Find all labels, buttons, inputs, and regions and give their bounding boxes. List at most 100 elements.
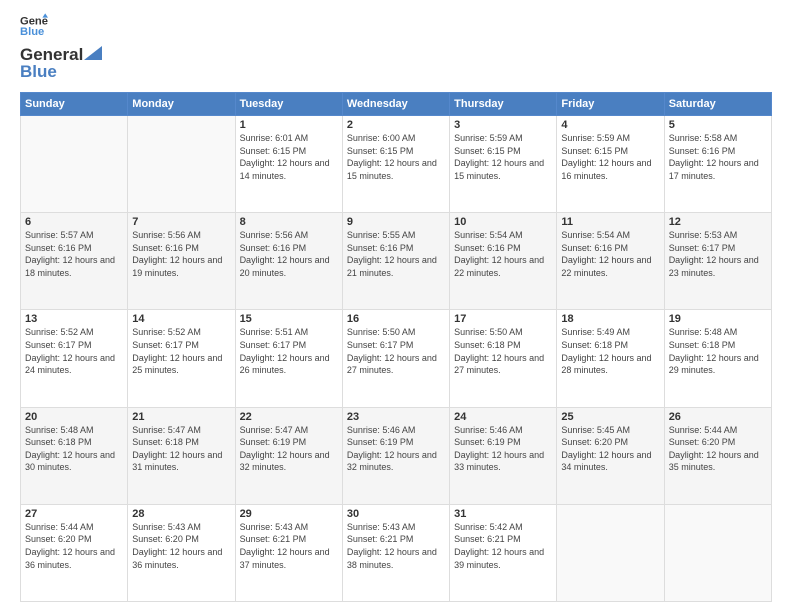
day-info: Sunrise: 5:57 AMSunset: 6:16 PMDaylight:… [25, 229, 123, 279]
svg-text:Blue: Blue [20, 26, 44, 38]
calendar-cell: 25Sunrise: 5:45 AMSunset: 6:20 PMDayligh… [557, 407, 664, 504]
day-info: Sunrise: 5:42 AMSunset: 6:21 PMDaylight:… [454, 521, 552, 571]
day-info: Sunrise: 5:55 AMSunset: 6:16 PMDaylight:… [347, 229, 445, 279]
col-header-sunday: Sunday [21, 93, 128, 116]
day-number: 6 [25, 216, 123, 228]
col-header-thursday: Thursday [450, 93, 557, 116]
calendar-cell: 16Sunrise: 5:50 AMSunset: 6:17 PMDayligh… [342, 310, 449, 407]
day-info: Sunrise: 5:43 AMSunset: 6:21 PMDaylight:… [347, 521, 445, 571]
day-info: Sunrise: 5:46 AMSunset: 6:19 PMDaylight:… [454, 424, 552, 474]
calendar-cell: 29Sunrise: 5:43 AMSunset: 6:21 PMDayligh… [235, 504, 342, 601]
day-number: 18 [561, 313, 659, 325]
day-number: 23 [347, 411, 445, 423]
calendar-cell: 30Sunrise: 5:43 AMSunset: 6:21 PMDayligh… [342, 504, 449, 601]
header: General Blue General Blue [20, 16, 772, 82]
col-header-tuesday: Tuesday [235, 93, 342, 116]
calendar-cell: 4Sunrise: 5:59 AMSunset: 6:15 PMDaylight… [557, 116, 664, 213]
day-number: 29 [240, 508, 338, 520]
day-info: Sunrise: 5:56 AMSunset: 6:16 PMDaylight:… [240, 229, 338, 279]
day-info: Sunrise: 5:43 AMSunset: 6:21 PMDaylight:… [240, 521, 338, 571]
day-number: 1 [240, 119, 338, 131]
day-info: Sunrise: 5:51 AMSunset: 6:17 PMDaylight:… [240, 326, 338, 376]
day-info: Sunrise: 5:47 AMSunset: 6:19 PMDaylight:… [240, 424, 338, 474]
day-number: 12 [669, 216, 767, 228]
logo: General Blue General Blue [20, 16, 102, 82]
col-header-saturday: Saturday [664, 93, 771, 116]
calendar-week-row: 27Sunrise: 5:44 AMSunset: 6:20 PMDayligh… [21, 504, 772, 601]
calendar-cell: 1Sunrise: 6:01 AMSunset: 6:15 PMDaylight… [235, 116, 342, 213]
col-header-friday: Friday [557, 93, 664, 116]
day-info: Sunrise: 5:53 AMSunset: 6:17 PMDaylight:… [669, 229, 767, 279]
calendar-cell: 14Sunrise: 5:52 AMSunset: 6:17 PMDayligh… [128, 310, 235, 407]
calendar-cell: 23Sunrise: 5:46 AMSunset: 6:19 PMDayligh… [342, 407, 449, 504]
day-number: 31 [454, 508, 552, 520]
calendar-cell: 26Sunrise: 5:44 AMSunset: 6:20 PMDayligh… [664, 407, 771, 504]
calendar-cell: 9Sunrise: 5:55 AMSunset: 6:16 PMDaylight… [342, 213, 449, 310]
day-number: 3 [454, 119, 552, 131]
calendar-cell: 6Sunrise: 5:57 AMSunset: 6:16 PMDaylight… [21, 213, 128, 310]
calendar-cell: 28Sunrise: 5:43 AMSunset: 6:20 PMDayligh… [128, 504, 235, 601]
col-header-wednesday: Wednesday [342, 93, 449, 116]
calendar-cell [664, 504, 771, 601]
day-number: 20 [25, 411, 123, 423]
calendar-cell: 12Sunrise: 5:53 AMSunset: 6:17 PMDayligh… [664, 213, 771, 310]
calendar-cell: 7Sunrise: 5:56 AMSunset: 6:16 PMDaylight… [128, 213, 235, 310]
calendar-cell: 10Sunrise: 5:54 AMSunset: 6:16 PMDayligh… [450, 213, 557, 310]
calendar-week-row: 6Sunrise: 5:57 AMSunset: 6:16 PMDaylight… [21, 213, 772, 310]
day-info: Sunrise: 5:59 AMSunset: 6:15 PMDaylight:… [561, 132, 659, 182]
calendar-cell: 27Sunrise: 5:44 AMSunset: 6:20 PMDayligh… [21, 504, 128, 601]
day-info: Sunrise: 5:46 AMSunset: 6:19 PMDaylight:… [347, 424, 445, 474]
day-info: Sunrise: 5:58 AMSunset: 6:16 PMDaylight:… [669, 132, 767, 182]
calendar-cell: 21Sunrise: 5:47 AMSunset: 6:18 PMDayligh… [128, 407, 235, 504]
day-number: 10 [454, 216, 552, 228]
day-number: 26 [669, 411, 767, 423]
day-info: Sunrise: 5:54 AMSunset: 6:16 PMDaylight:… [561, 229, 659, 279]
day-number: 30 [347, 508, 445, 520]
calendar-cell: 17Sunrise: 5:50 AMSunset: 6:18 PMDayligh… [450, 310, 557, 407]
day-number: 24 [454, 411, 552, 423]
calendar-cell: 20Sunrise: 5:48 AMSunset: 6:18 PMDayligh… [21, 407, 128, 504]
calendar-cell: 5Sunrise: 5:58 AMSunset: 6:16 PMDaylight… [664, 116, 771, 213]
day-info: Sunrise: 5:56 AMSunset: 6:16 PMDaylight:… [132, 229, 230, 279]
day-number: 2 [347, 119, 445, 131]
day-info: Sunrise: 6:00 AMSunset: 6:15 PMDaylight:… [347, 132, 445, 182]
calendar-cell [557, 504, 664, 601]
day-info: Sunrise: 5:43 AMSunset: 6:20 PMDaylight:… [132, 521, 230, 571]
day-number: 27 [25, 508, 123, 520]
calendar-week-row: 20Sunrise: 5:48 AMSunset: 6:18 PMDayligh… [21, 407, 772, 504]
day-info: Sunrise: 5:50 AMSunset: 6:17 PMDaylight:… [347, 326, 445, 376]
logo-blue: Blue [20, 62, 102, 82]
calendar-cell: 15Sunrise: 5:51 AMSunset: 6:17 PMDayligh… [235, 310, 342, 407]
day-number: 9 [347, 216, 445, 228]
day-info: Sunrise: 5:54 AMSunset: 6:16 PMDaylight:… [454, 229, 552, 279]
calendar-cell: 3Sunrise: 5:59 AMSunset: 6:15 PMDaylight… [450, 116, 557, 213]
day-number: 25 [561, 411, 659, 423]
calendar-cell: 2Sunrise: 6:00 AMSunset: 6:15 PMDaylight… [342, 116, 449, 213]
day-info: Sunrise: 5:52 AMSunset: 6:17 PMDaylight:… [132, 326, 230, 376]
day-number: 15 [240, 313, 338, 325]
day-info: Sunrise: 5:59 AMSunset: 6:15 PMDaylight:… [454, 132, 552, 182]
day-info: Sunrise: 5:44 AMSunset: 6:20 PMDaylight:… [669, 424, 767, 474]
day-number: 11 [561, 216, 659, 228]
calendar-week-row: 1Sunrise: 6:01 AMSunset: 6:15 PMDaylight… [21, 116, 772, 213]
calendar-header-row: SundayMondayTuesdayWednesdayThursdayFrid… [21, 93, 772, 116]
day-number: 4 [561, 119, 659, 131]
day-info: Sunrise: 5:45 AMSunset: 6:20 PMDaylight:… [561, 424, 659, 474]
day-info: Sunrise: 5:48 AMSunset: 6:18 PMDaylight:… [25, 424, 123, 474]
day-info: Sunrise: 5:50 AMSunset: 6:18 PMDaylight:… [454, 326, 552, 376]
day-info: Sunrise: 6:01 AMSunset: 6:15 PMDaylight:… [240, 132, 338, 182]
calendar-cell: 24Sunrise: 5:46 AMSunset: 6:19 PMDayligh… [450, 407, 557, 504]
calendar-cell: 19Sunrise: 5:48 AMSunset: 6:18 PMDayligh… [664, 310, 771, 407]
calendar-week-row: 13Sunrise: 5:52 AMSunset: 6:17 PMDayligh… [21, 310, 772, 407]
calendar-table: SundayMondayTuesdayWednesdayThursdayFrid… [20, 92, 772, 602]
day-number: 19 [669, 313, 767, 325]
day-info: Sunrise: 5:48 AMSunset: 6:18 PMDaylight:… [669, 326, 767, 376]
day-number: 28 [132, 508, 230, 520]
day-number: 22 [240, 411, 338, 423]
blue-triangle-icon [84, 46, 102, 60]
day-info: Sunrise: 5:52 AMSunset: 6:17 PMDaylight:… [25, 326, 123, 376]
calendar-cell: 11Sunrise: 5:54 AMSunset: 6:16 PMDayligh… [557, 213, 664, 310]
calendar-cell: 31Sunrise: 5:42 AMSunset: 6:21 PMDayligh… [450, 504, 557, 601]
day-info: Sunrise: 5:44 AMSunset: 6:20 PMDaylight:… [25, 521, 123, 571]
calendar-cell: 22Sunrise: 5:47 AMSunset: 6:19 PMDayligh… [235, 407, 342, 504]
